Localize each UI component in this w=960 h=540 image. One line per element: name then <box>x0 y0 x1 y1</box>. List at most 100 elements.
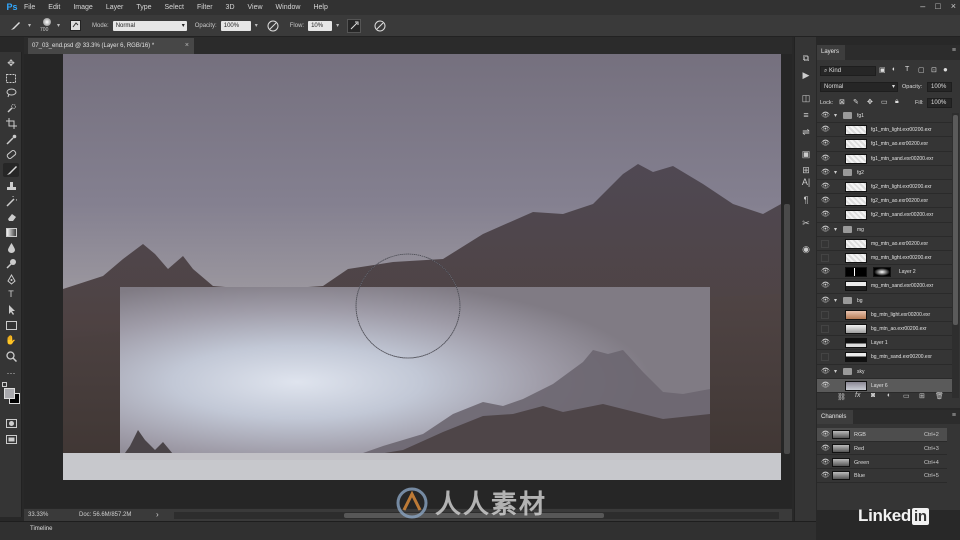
link-layers-icon[interactable]: ⛓︎ <box>837 393 846 401</box>
gradient-tool-icon[interactable] <box>3 225 19 239</box>
opacity-slider-caret-icon[interactable]: ▾ <box>255 22 258 29</box>
expand-group-icon[interactable]: ▾ <box>834 368 837 375</box>
quick-selection-tool-icon[interactable] <box>3 101 19 115</box>
visibility-eye-icon[interactable] <box>821 353 829 362</box>
visibility-eye-icon[interactable]: 👁︎ <box>821 431 830 438</box>
more-tools-icon[interactable]: ··· <box>3 366 19 380</box>
layer-row[interactable]: mg_mtn_ao.exr00200.exr <box>817 237 952 251</box>
zoom-level[interactable]: 33.33% <box>28 512 48 518</box>
lock-artboard-icon[interactable]: ▭ <box>881 98 888 106</box>
zoom-tool-icon[interactable] <box>3 349 19 363</box>
actions-panel-icon[interactable]: ▶ <box>799 68 813 82</box>
foreground-color-swatch[interactable] <box>4 388 15 399</box>
visibility-eye-icon[interactable]: 👁︎ <box>821 183 830 190</box>
new-group-icon[interactable]: ▭ <box>903 392 910 400</box>
add-mask-icon[interactable]: ◙ <box>871 392 875 399</box>
type-filter-icon[interactable]: T <box>905 66 909 73</box>
document-canvas[interactable] <box>63 54 781 480</box>
expand-group-icon[interactable]: ▾ <box>834 226 837 233</box>
expand-group-icon[interactable]: ▾ <box>834 112 837 119</box>
new-adjustment-layer-icon[interactable]: ◐ <box>887 392 891 399</box>
layers-scrollbar[interactable] <box>952 113 959 398</box>
menu-type[interactable]: Type <box>136 4 151 11</box>
brush-tool-icon[interactable] <box>3 163 19 177</box>
layer-row[interactable]: 👁︎ Layer 1 <box>817 336 952 351</box>
timeline-panel-bar[interactable]: Timeline <box>0 521 816 540</box>
menu-view[interactable]: View <box>248 4 263 11</box>
visibility-eye-icon[interactable] <box>821 254 829 262</box>
libraries-panel-icon[interactable]: ◉ <box>799 242 813 256</box>
visibility-eye-icon[interactable]: 👁︎ <box>821 197 830 204</box>
visibility-eye-icon[interactable]: 👁︎ <box>821 472 830 479</box>
layer-row[interactable]: bg_mtn_ao.exr00200.exr <box>817 322 952 337</box>
visibility-eye-icon[interactable]: 👁︎ <box>821 126 830 133</box>
lock-image-icon[interactable]: ✎ <box>853 98 859 106</box>
airbrush-icon[interactable] <box>347 18 362 33</box>
panel-menu-icon[interactable]: ≡ <box>952 47 956 54</box>
vertical-scrollbar[interactable] <box>782 54 792 508</box>
visibility-eye-icon[interactable] <box>821 325 829 333</box>
timeline-label[interactable]: Timeline <box>30 526 52 532</box>
visibility-eye-icon[interactable]: 👁︎ <box>821 268 830 275</box>
layer-group-row[interactable]: 👁︎ ▾ sky <box>817 365 952 379</box>
menu-edit[interactable]: Edit <box>48 4 60 11</box>
status-menu-arrow-icon[interactable]: › <box>156 510 159 519</box>
layer-mask-thumbnail[interactable] <box>873 267 891 278</box>
layer-row[interactable]: bg_mtn_sand.exr00200.exr <box>817 350 952 365</box>
layer-row[interactable]: 👁︎ mg_mtn_sand.exr00200.exr <box>817 279 952 294</box>
flow-field[interactable]: 10% <box>308 20 333 31</box>
mode-dropdown[interactable]: Normal ▾ <box>112 20 187 31</box>
path-selection-tool-icon[interactable] <box>3 302 19 316</box>
brush-picker-caret-icon[interactable]: ▾ <box>57 22 60 29</box>
menu-window[interactable]: Window <box>276 4 301 11</box>
color-swatches[interactable] <box>2 382 22 404</box>
type-tool-icon[interactable]: T <box>3 287 19 301</box>
tool-preset-caret-icon[interactable]: ▾ <box>28 22 31 29</box>
healing-brush-tool-icon[interactable] <box>3 147 19 161</box>
menu-select[interactable]: Select <box>165 4 184 11</box>
paragraph-panel-icon[interactable]: ¶ <box>799 193 813 207</box>
layer-row[interactable]: 👁︎ fg1_mtn_light.exr00200.exr <box>817 123 952 138</box>
visibility-eye-icon[interactable]: 👁︎ <box>821 445 830 452</box>
shape-filter-icon[interactable]: ▢ <box>918 66 925 74</box>
layer-row[interactable]: 👁︎ fg2_mtn_sand.exr00200.exr <box>817 208 952 223</box>
visibility-eye-icon[interactable]: 👁︎ <box>821 339 830 346</box>
layer-style-icon[interactable]: fx <box>855 392 860 399</box>
layer-row[interactable]: 👁︎ fg1_mtn_sand.exr00200.exr <box>817 152 952 166</box>
eyedropper-tool-icon[interactable] <box>3 132 19 146</box>
crop-tool-icon[interactable] <box>3 116 19 130</box>
menu-file[interactable]: File <box>24 4 35 11</box>
visibility-eye-icon[interactable]: 👁︎ <box>821 297 830 304</box>
visibility-eye-icon[interactable]: 👁︎ <box>821 169 830 176</box>
clone-stamp-tool-icon[interactable] <box>3 179 19 193</box>
adjustment-filter-icon[interactable]: ◐ <box>892 66 896 73</box>
filter-kind-dropdown[interactable]: ⌕ Kind <box>820 66 876 76</box>
properties-panel-icon[interactable]: ≡ <box>799 108 813 122</box>
swatches-panel-icon[interactable]: ⇌ <box>799 125 813 139</box>
expand-group-icon[interactable]: ▾ <box>834 297 837 304</box>
maximize-icon[interactable]: □ <box>935 1 940 11</box>
tools-presets-icon[interactable]: ✂ <box>799 216 813 230</box>
history-panel-icon[interactable]: ⧉ <box>799 51 813 65</box>
new-layer-icon[interactable]: ⊞ <box>919 392 925 400</box>
screen-mode-icon[interactable] <box>3 432 19 446</box>
close-document-icon[interactable]: × <box>185 38 189 54</box>
brush-size-picker[interactable]: 700 <box>39 17 55 35</box>
visibility-eye-icon[interactable]: 👁︎ <box>821 140 830 147</box>
minimize-icon[interactable]: – <box>920 1 925 11</box>
channel-row[interactable]: 👁︎ Green Ctrl+4 <box>817 456 947 470</box>
rectangle-tool-icon[interactable] <box>3 318 19 332</box>
layer-row[interactable]: 👁︎ fg2_mtn_light.exr00200.exr <box>817 180 952 195</box>
default-colors-icon[interactable] <box>2 382 7 387</box>
history-brush-tool-icon[interactable] <box>3 194 19 208</box>
lock-transparent-icon[interactable]: ⊠ <box>839 98 845 106</box>
filter-toggle-icon[interactable]: ● <box>943 65 948 74</box>
character-panel-icon[interactable]: A| <box>799 175 813 189</box>
layer-group-row[interactable]: 👁︎ ▾ bg <box>817 294 952 308</box>
lock-all-icon[interactable]: 🔒︎ <box>895 98 899 106</box>
visibility-eye-icon[interactable] <box>821 239 829 248</box>
layer-fill-field[interactable]: 100% <box>927 98 952 108</box>
opacity-field[interactable]: 100% <box>220 20 251 31</box>
brush-panel-toggle-icon[interactable] <box>68 19 82 33</box>
expand-group-icon[interactable]: ▾ <box>834 169 837 176</box>
